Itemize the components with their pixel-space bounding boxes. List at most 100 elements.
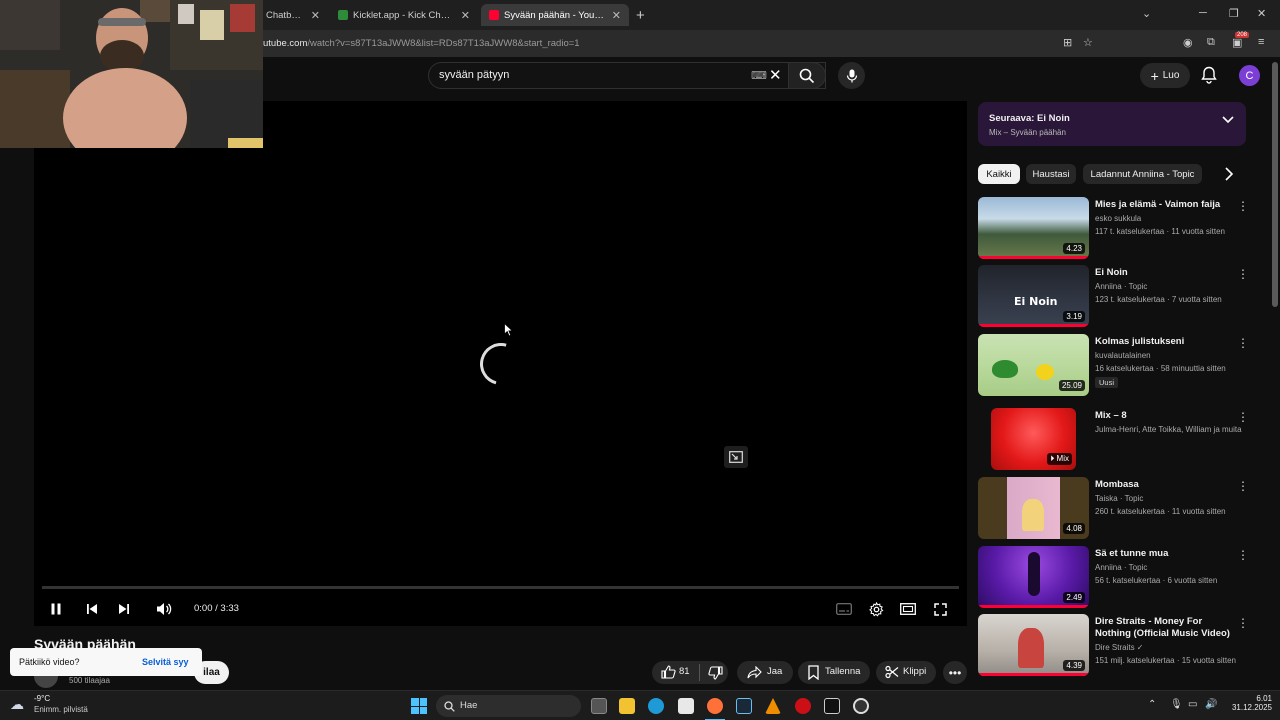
chip-uploaded-by[interactable]: Ladannut Anniina - Topic <box>1083 164 1202 184</box>
task-view-icon[interactable] <box>591 698 607 714</box>
video-thumbnail[interactable]: 4.39 <box>978 614 1089 676</box>
terminal-icon[interactable] <box>824 698 840 714</box>
close-tab-icon[interactable]: ✕ <box>461 9 470 22</box>
opera-icon[interactable] <box>795 698 811 714</box>
subtitles-button[interactable] <box>834 599 854 619</box>
share-button[interactable]: Jaa <box>737 661 793 684</box>
video-thumbnail[interactable]: 4.08 <box>978 477 1089 539</box>
new-tab-icon[interactable]: + <box>636 7 645 24</box>
more-vertical-icon[interactable]: ⋮ <box>1237 410 1249 424</box>
pause-button[interactable] <box>46 599 66 619</box>
progress-bar[interactable] <box>42 586 959 589</box>
start-menu-icon[interactable] <box>411 698 427 714</box>
account-avatar[interactable]: C <box>1239 65 1260 86</box>
video-player[interactable]: 0:00 / 3:33 <box>34 101 967 626</box>
mute-button[interactable] <box>154 599 174 619</box>
list-item[interactable]: 25.09 Kolmas julistukseni kuvalautalaine… <box>978 334 1249 398</box>
cloud-weather-icon[interactable]: ☁ <box>10 696 24 713</box>
bookmark-star-icon[interactable]: ☆ <box>1083 36 1093 49</box>
video-duration: 4.23 <box>1063 243 1085 254</box>
notifications-button[interactable] <box>1201 66 1217 89</box>
previous-button[interactable] <box>82 599 102 619</box>
video-thumbnail[interactable]: Ei Noin 3.19 <box>978 265 1089 327</box>
chevron-down-icon[interactable] <box>1222 116 1234 124</box>
video-thumbnail[interactable]: ⏵ Mix <box>991 408 1076 470</box>
toast-action-link[interactable]: Selvitä syy <box>142 657 189 667</box>
keyboard-icon[interactable]: ⌨ <box>751 69 767 82</box>
create-button[interactable]: + Luo <box>1140 63 1190 88</box>
video-thumbnail[interactable]: 2.49 <box>978 546 1089 608</box>
more-vertical-icon[interactable]: ⋮ <box>1237 199 1249 213</box>
fullscreen-button[interactable] <box>930 599 950 619</box>
list-item[interactable]: 2.49 Sä et tunne mua Anniina · Topic 56 … <box>978 546 1249 610</box>
time-display: 0:00 / 3:33 <box>194 603 239 614</box>
tab-list-chevron-icon[interactable]: ⌄ <box>1142 7 1151 20</box>
more-vertical-icon[interactable]: ⋮ <box>1237 479 1249 493</box>
save-button[interactable]: Tallenna <box>798 661 870 684</box>
start-tile <box>419 698 427 706</box>
speaker-icon[interactable]: 🔊 <box>1205 699 1217 710</box>
chevron-right-icon[interactable] <box>1224 167 1234 181</box>
list-item[interactable]: 4.39 Dire Straits - Money For Nothing (O… <box>978 614 1249 678</box>
obs-studio-icon[interactable] <box>853 698 869 714</box>
close-tab-icon[interactable]: ✕ <box>612 9 621 22</box>
scissors-icon <box>885 665 899 679</box>
vlc-icon[interactable] <box>765 698 781 714</box>
theater-mode-button[interactable] <box>898 599 918 619</box>
browser-menu-icon[interactable]: ≡ <box>1258 36 1264 48</box>
verified-icon: ✓ <box>1136 643 1144 652</box>
url-host: utube.com <box>263 38 308 49</box>
file-explorer-icon[interactable] <box>619 698 635 714</box>
video-thumbnail[interactable]: 4.23 <box>978 197 1089 259</box>
browser-tab-active[interactable]: Syvään päähän - YouTube ✕ <box>481 4 629 26</box>
url-field[interactable]: utube.com/watch?v=s87T13aJWW8&list=RDs87… <box>263 38 580 49</box>
microphone-tray-icon[interactable]: 🎙 <box>1170 699 1183 710</box>
list-item[interactable]: Ei Noin 3.19 Ei Noin Anniina · Topic 123… <box>978 265 1249 329</box>
extensions-icon[interactable]: ⧉ <box>1207 36 1215 49</box>
more-actions-button[interactable]: ••• <box>943 661 967 684</box>
miniplayer-button[interactable] <box>724 446 748 468</box>
more-vertical-icon[interactable]: ⋮ <box>1237 548 1249 562</box>
tab-title: Chatbot and ( <box>266 9 305 21</box>
more-vertical-icon[interactable]: ⋮ <box>1237 616 1249 630</box>
profile-icon[interactable]: ◉ <box>1183 36 1193 49</box>
browser-tab[interactable]: Chatbot and ( ✕ <box>258 4 328 26</box>
close-window-icon[interactable]: ✕ <box>1257 7 1266 20</box>
browser-tab[interactable]: Kicklet.app - Kick Chatbot and ( ✕ <box>330 4 478 26</box>
watched-bar <box>978 324 1089 327</box>
like-button[interactable] <box>661 665 676 682</box>
next-button[interactable] <box>114 599 134 619</box>
firefox-icon[interactable] <box>707 698 723 714</box>
steam-icon[interactable] <box>736 698 752 714</box>
list-item[interactable]: 4.23 Mies ja elämä - Vaimon faija esko s… <box>978 197 1249 261</box>
clear-search-icon[interactable]: ✕ <box>769 66 782 84</box>
edge-browser-icon[interactable] <box>648 698 664 714</box>
page-scrollbar[interactable] <box>1272 62 1278 307</box>
up-next-panel[interactable]: Seuraava: Ei Noin Mix – Syvään päähän <box>978 102 1246 146</box>
search-button[interactable] <box>788 62 826 89</box>
more-vertical-icon[interactable]: ⋮ <box>1237 267 1249 281</box>
search-input[interactable]: syvään pätyyn ⌨ ✕ <box>428 62 826 89</box>
store-icon[interactable] <box>678 698 694 714</box>
list-item[interactable]: ⏵ Mix Mix – 8 Julma-Henri, Atte Toikka, … <box>978 408 1249 472</box>
chip-search[interactable]: Haustasi <box>1026 164 1076 184</box>
video-title: Mombasa <box>1095 479 1139 490</box>
minimize-icon[interactable]: ─ <box>1199 7 1207 19</box>
close-tab-icon[interactable]: ✕ <box>311 9 320 22</box>
more-vertical-icon[interactable]: ⋮ <box>1237 336 1249 350</box>
list-item[interactable]: 4.08 Mombasa Taiska · Topic 260 t. katse… <box>978 477 1249 541</box>
install-app-icon[interactable]: ⊞ <box>1063 36 1072 49</box>
chip-label: Ladannut Anniina - Topic <box>1090 168 1195 180</box>
skip-previous-icon <box>87 604 97 614</box>
chip-all[interactable]: Kaikki <box>978 164 1020 184</box>
dislike-button[interactable] <box>708 666 723 683</box>
taskbar-clock[interactable]: 6.01 31.12.2025 <box>1222 694 1272 712</box>
taskbar-search-input[interactable]: Hae <box>436 695 581 717</box>
settings-button[interactable] <box>866 599 886 619</box>
maximize-icon[interactable]: ❐ <box>1229 7 1239 20</box>
network-icon[interactable]: ▭ <box>1188 699 1197 710</box>
show-hidden-icons-chevron-icon[interactable]: ⌃ <box>1148 699 1156 710</box>
video-thumbnail[interactable]: 25.09 <box>978 334 1089 396</box>
clip-button[interactable]: Klippi <box>876 661 936 684</box>
voice-search-button[interactable] <box>838 62 865 89</box>
